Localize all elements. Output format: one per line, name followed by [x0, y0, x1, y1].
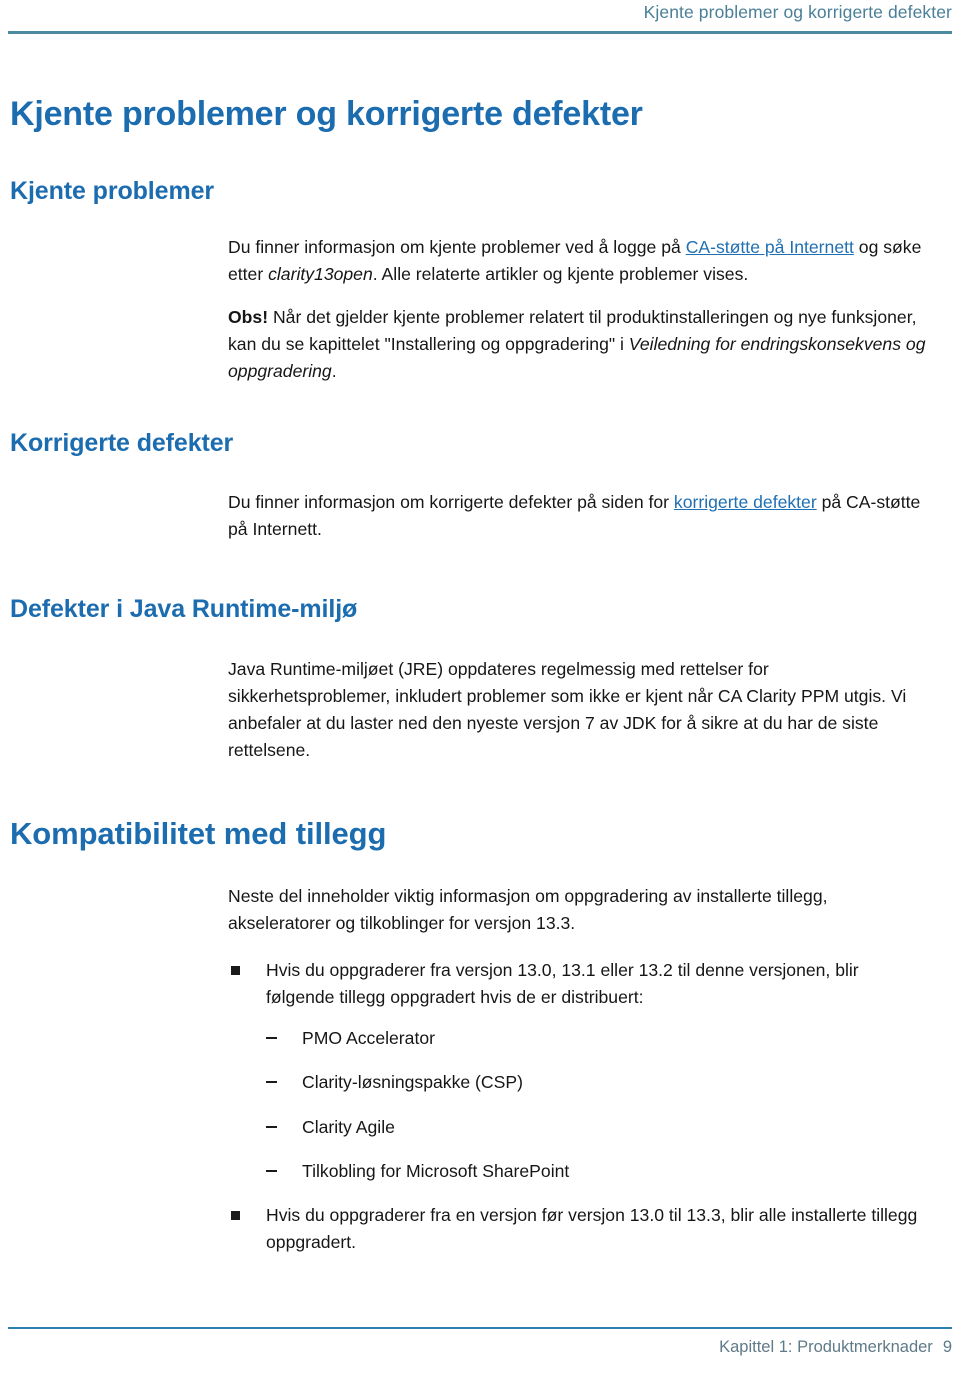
kompatibilitet-body: Neste del inneholder viktig informasjon … [0, 883, 960, 1256]
dash-bullet-icon [266, 1036, 277, 1039]
paragraph-text-before-link: Du finner informasjon om korrigerte defe… [228, 492, 674, 513]
footer-content: Kapittel 1: Produktmerknader 9 [719, 1338, 952, 1357]
list-item: Hvis du oppgraderer fra en versjon før v… [228, 1202, 930, 1256]
note-label: Obs! [228, 306, 269, 327]
sublist-item-text: Clarity Agile [302, 1116, 395, 1137]
sublist-item-text: PMO Accelerator [302, 1027, 435, 1048]
list-item: Hvis du oppgraderer fra versjon 13.0, 13… [228, 957, 930, 1184]
section-heading-korrigerte-defekter: Korrigerte defekter [10, 428, 234, 457]
dash-bullet-icon [266, 1125, 277, 1128]
list-item-text: Hvis du oppgraderer fra en versjon før v… [266, 1205, 918, 1253]
square-bullet-icon [231, 1211, 240, 1221]
paragraph-kjente-problemer-intro: Du finner informasjon om kjente probleme… [228, 234, 930, 288]
note-text-tail: . [331, 360, 337, 381]
sublist-item-text: Tilkobling for Microsoft SharePoint [302, 1161, 570, 1182]
kjente-problemer-body: Du finner informasjon om kjente probleme… [0, 234, 960, 385]
upgrade-bullet-list: Hvis du oppgraderer fra versjon 13.0, 13… [228, 957, 930, 1256]
section-heading-kompatibilitet: Kompatibilitet med tillegg [10, 815, 387, 851]
list-item: PMO Accelerator [266, 1025, 930, 1051]
paragraph-java-runtime: Java Runtime-miljøet (JRE) oppdateres re… [228, 658, 907, 760]
section-heading-java-runtime: Defekter i Java Runtime-miljø [10, 595, 358, 624]
square-bullet-icon [231, 966, 240, 976]
fixed-defects-link[interactable]: korrigerte defekter [674, 492, 817, 512]
paragraph-note-obs: Obs! Når det gjelder kjente problemer re… [228, 304, 930, 385]
korrigerte-defekter-body: Du finner informasjon om korrigerte defe… [0, 489, 960, 543]
page-footer: Kapittel 1: Produktmerknader 9 [8, 1327, 952, 1371]
document-content: Kjente problemer og korrigerte defekter … [0, 34, 960, 1272]
dash-bullet-icon [266, 1170, 277, 1173]
footer-chapter-label: Kapittel 1: Produktmerknader [719, 1338, 933, 1356]
ca-support-online-link[interactable]: CA-støtte på Internett [686, 237, 854, 257]
paragraph-korrigerte-defekter: Du finner informasjon om korrigerte defe… [228, 489, 930, 543]
search-term-emphasis: clarity13open [268, 264, 373, 285]
footer-page-number: 9 [942, 1338, 952, 1356]
paragraph-text-tail: . Alle relaterte artikler og kjente prob… [372, 264, 749, 285]
document-page: Kjente problemer og korrigerte defekter … [0, 0, 960, 1385]
addon-sublist: PMO Accelerator Clarity-løsningspakke (C… [266, 1025, 930, 1185]
paragraph-text-before-link: Du finner informasjon om kjente probleme… [228, 237, 686, 258]
java-runtime-body: Java Runtime-miljøet (JRE) oppdateres re… [0, 656, 960, 764]
list-item-text: Hvis du oppgraderer fra versjon 13.0, 13… [266, 960, 859, 1007]
dash-bullet-icon [266, 1081, 277, 1084]
paragraph-kompatibilitet-intro: Neste del inneholder viktig informasjon … [228, 886, 828, 934]
page-title: Kjente problemer og korrigerte defekter [10, 95, 643, 133]
list-item: Clarity-løsningspakke (CSP) [266, 1069, 930, 1095]
running-header: Kjente problemer og korrigerte defekter [8, 0, 952, 34]
list-item: Clarity Agile [266, 1114, 930, 1140]
sublist-item-text: Clarity-løsningspakke (CSP) [302, 1072, 523, 1093]
footer-rule-divider [8, 1327, 952, 1329]
list-item: Tilkobling for Microsoft SharePoint [266, 1158, 930, 1184]
section-heading-kjente-problemer: Kjente problemer [10, 177, 215, 206]
running-header-title: Kjente problemer og korrigerte defekter [643, 2, 952, 22]
